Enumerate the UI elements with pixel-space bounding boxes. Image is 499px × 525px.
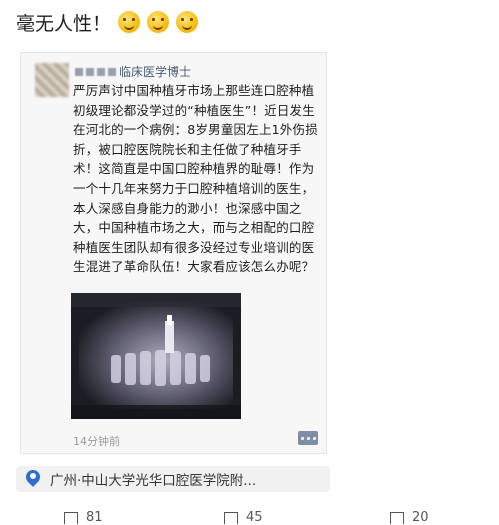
blurred-name-part: [75, 67, 83, 76]
emoji-smile-icon: [118, 11, 141, 33]
comment-button[interactable]: 45: [224, 510, 263, 525]
post-body: 严厉声讨中国种植牙市场上那些连口腔种植初级理论都没学过的“种植医生”！近日发生在…: [73, 83, 318, 275]
location-pin-icon: [26, 470, 40, 488]
comment-count: 45: [246, 510, 263, 525]
emoji-smile-icon: [176, 11, 199, 33]
post-card: 临床医学博士 严厉声讨中国种植牙市场上那些连口腔种植初级理论都没学过的“种植医生…: [20, 52, 327, 454]
like-count: 20: [412, 510, 429, 525]
author-row[interactable]: 临床医学博士: [75, 63, 191, 80]
like-icon: [390, 511, 404, 524]
blurred-name-part: [108, 67, 116, 76]
headline-text: 毫无人性！: [16, 12, 112, 35]
comment-icon: [224, 511, 238, 524]
post-image[interactable]: [71, 293, 241, 419]
repost-button[interactable]: 81: [64, 510, 103, 525]
author-name[interactable]: 临床医学博士: [119, 63, 191, 80]
action-bar: 81 45 20: [0, 508, 499, 525]
xray-image: [71, 293, 241, 419]
like-button[interactable]: 20: [390, 510, 429, 525]
location-bar[interactable]: 广州·中山大学光华口腔医学院附...: [16, 466, 330, 492]
headline: 毫无人性！: [16, 6, 199, 38]
blurred-name-part: [97, 67, 105, 76]
repost-count: 81: [86, 510, 103, 525]
repost-icon: [64, 511, 78, 524]
post-time: 14分钟前: [73, 435, 120, 448]
blurred-name-part: [86, 67, 94, 76]
emoji-smile-icon: [147, 11, 170, 33]
location-text: 广州·中山大学光华口腔医学院附...: [50, 473, 257, 489]
avatar[interactable]: [35, 63, 69, 97]
more-icon[interactable]: [298, 431, 318, 445]
